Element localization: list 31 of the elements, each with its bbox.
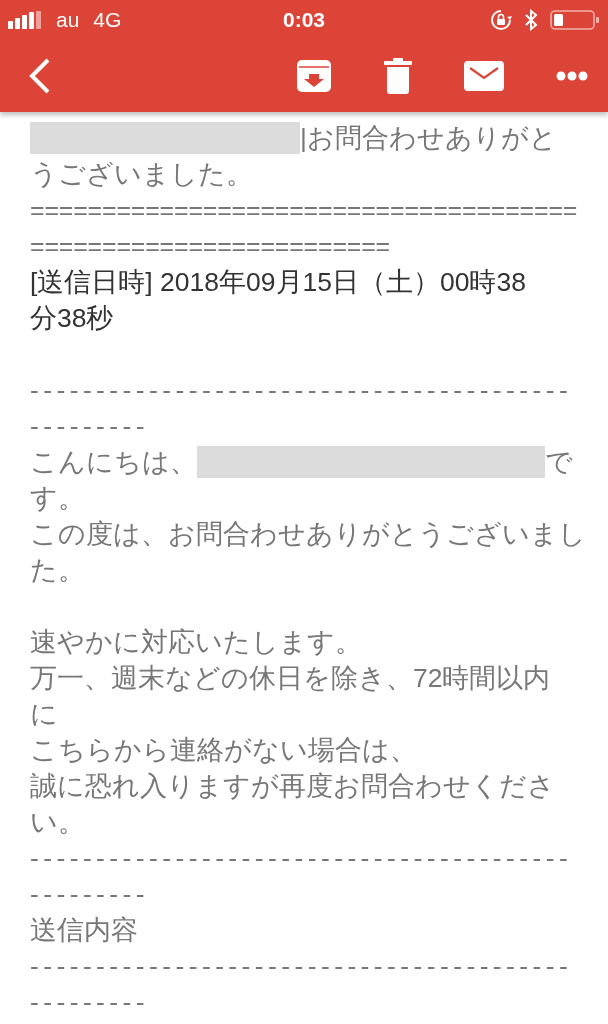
- message-text: |お問合わせありがと: [300, 122, 557, 155]
- rotation-lock-icon: [490, 9, 512, 31]
- message-text: た。: [30, 554, 85, 587]
- bluetooth-icon: [524, 9, 538, 31]
- message-text: こんにちは、: [30, 446, 197, 479]
- separator-line: =========================: [30, 231, 390, 262]
- message-text: 送信内容: [30, 914, 138, 947]
- message-text: い。: [30, 806, 85, 839]
- network-type: 4G: [93, 8, 122, 32]
- separator-line: ======================================: [30, 195, 578, 226]
- message-text: [送信日時] 2018年09月15日（土）00時38: [30, 266, 526, 299]
- battery-icon: [550, 9, 600, 31]
- message-text: す。: [30, 482, 85, 515]
- message-text: に: [30, 698, 58, 731]
- separator-line: -----------------------------------------: [30, 842, 573, 875]
- separator-line: ---------: [30, 410, 150, 443]
- signal-icon: [8, 11, 42, 29]
- message-text: 速やかに対応いたします。: [30, 626, 362, 659]
- message-text: 万一、週末などの休日を除き、72時間以内: [30, 662, 551, 695]
- carrier-name: au: [56, 8, 80, 32]
- separator-line: -----------------------------------------: [30, 950, 573, 983]
- clock-time: 0:03: [283, 8, 325, 32]
- message-text: で: [545, 446, 573, 479]
- separator-line: -----------------------------------------: [30, 374, 573, 407]
- separator-line: ---------: [30, 878, 150, 911]
- message-text: うございました。: [30, 158, 253, 191]
- message-text: 誠に恐れ入りますが再度お問合わせくださ: [30, 770, 555, 803]
- separator-line: ---------: [30, 986, 150, 1019]
- message-text: この度は、お問合わせありがとうございまし: [30, 518, 586, 551]
- message-text: こちらから連絡がない場合は、: [30, 734, 417, 767]
- message-text: 分38秒: [30, 302, 114, 335]
